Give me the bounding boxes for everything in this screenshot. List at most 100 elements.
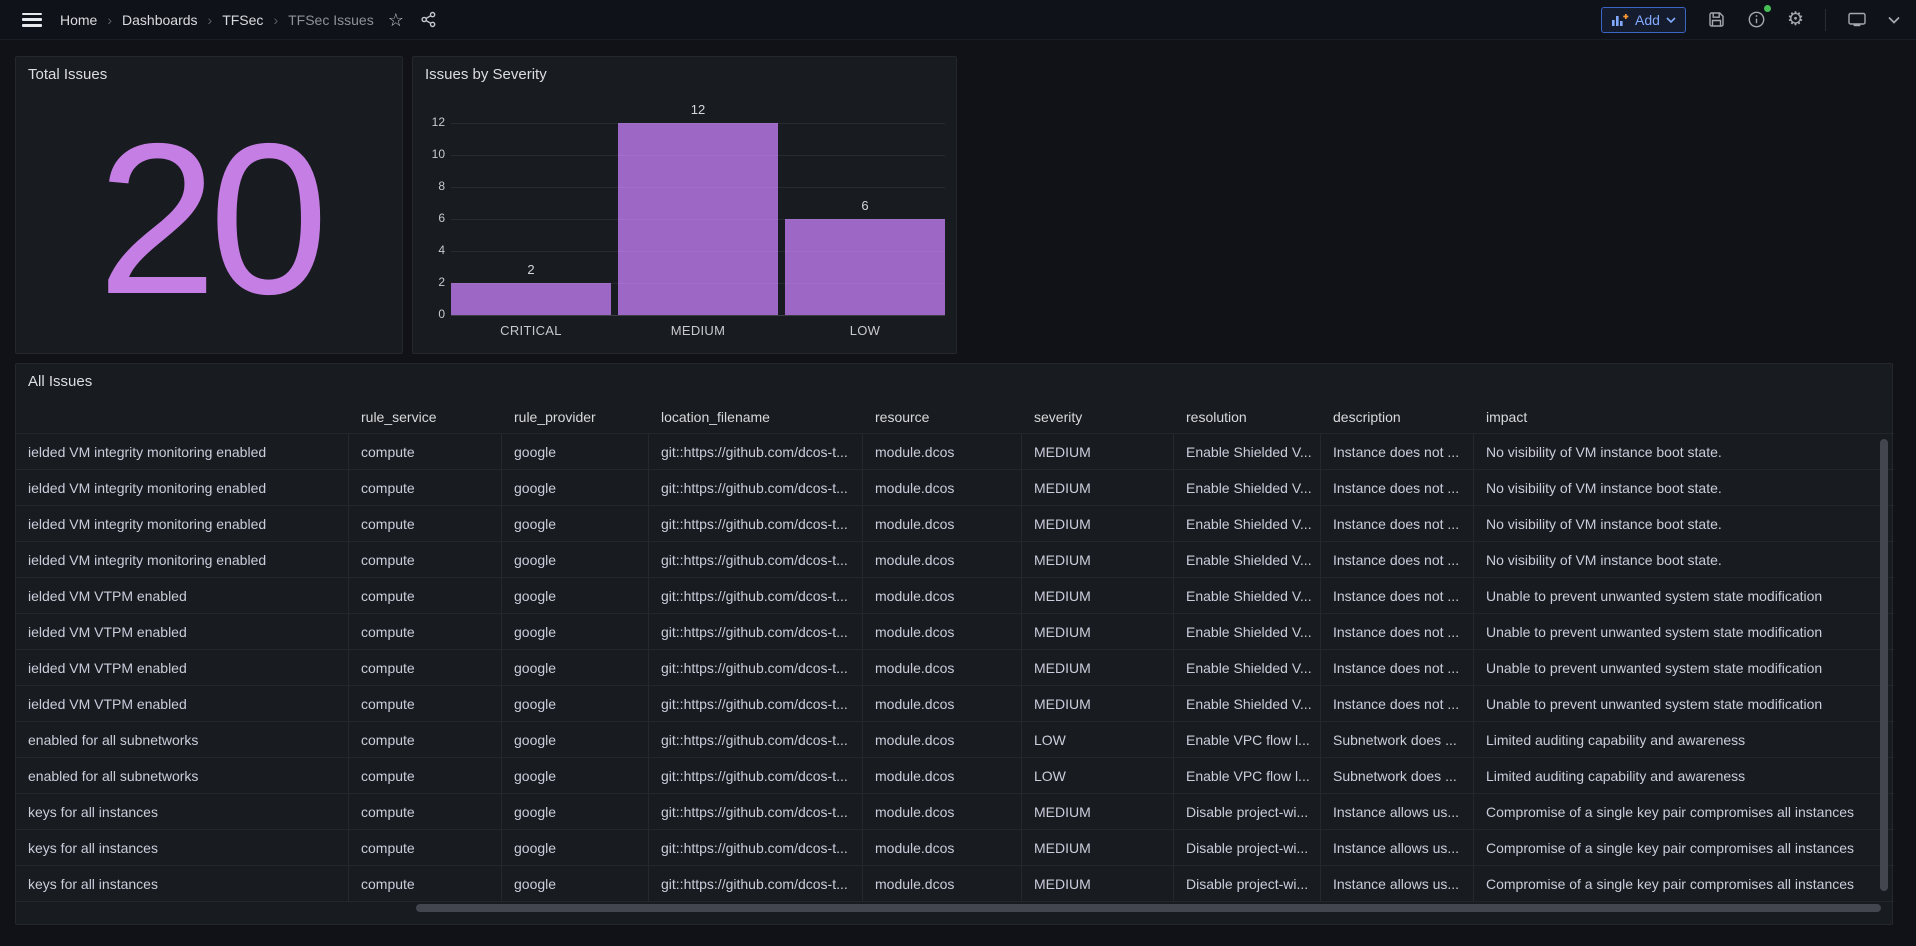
save-dashboard-button[interactable] [1707, 10, 1726, 29]
table-cell: compute [349, 686, 502, 722]
hamburger-menu-button[interactable] [22, 13, 42, 27]
table-cell: Instance allows us... [1321, 830, 1474, 866]
table-cell: module.dcos [863, 434, 1022, 470]
gridline [451, 123, 945, 124]
gridline [451, 251, 945, 252]
column-header-rule_provider[interactable]: rule_provider [502, 400, 649, 434]
bar-low[interactable] [785, 219, 945, 315]
nav-actions: Add [1601, 7, 1900, 33]
bar-value-label: 12 [618, 102, 778, 117]
table-cell: google [502, 722, 649, 758]
breadcrumb-tfsec[interactable]: TFSec [222, 12, 263, 28]
add-button[interactable]: Add [1601, 7, 1686, 33]
table-cell: Subnetwork does ... [1321, 758, 1474, 794]
info-button[interactable] [1747, 10, 1766, 29]
table-row: keys for all instancescomputegooglegit::… [16, 830, 1894, 866]
table-cell: Instance does not ... [1321, 434, 1474, 470]
breadcrumb-separator: › [273, 12, 278, 28]
table-cell: git::https://github.com/dcos-t... [649, 866, 863, 902]
add-button-label: Add [1635, 12, 1660, 28]
panel-title-all-issues[interactable]: All Issues [16, 364, 1892, 390]
table-cell: ielded VM integrity monitoring enabled [16, 434, 349, 470]
column-header-rule_service[interactable]: rule_service [349, 400, 502, 434]
table-cell: keys for all instances [16, 830, 349, 866]
table-cell: compute [349, 506, 502, 542]
column-header-severity[interactable]: severity [1022, 400, 1174, 434]
table-cell: git::https://github.com/dcos-t... [649, 722, 863, 758]
column-header-resolution[interactable]: resolution [1174, 400, 1321, 434]
column-header-impact[interactable]: impact [1474, 400, 1894, 434]
breadcrumb-separator: › [208, 12, 213, 28]
stat-wrap: 20 [16, 57, 402, 353]
table-cell: module.dcos [863, 578, 1022, 614]
table-cell: Disable project-wi... [1174, 794, 1321, 830]
total-issues-value: 20 [97, 111, 320, 326]
table-cell: Disable project-wi... [1174, 830, 1321, 866]
collapse-nav-button[interactable] [1888, 16, 1900, 24]
table-cell: git::https://github.com/dcos-t... [649, 650, 863, 686]
table-cell: Unable to prevent unwanted system state … [1474, 578, 1894, 614]
table-cell: Enable Shielded V... [1174, 614, 1321, 650]
table-cell: git::https://github.com/dcos-t... [649, 614, 863, 650]
breadcrumb-home[interactable]: Home [60, 12, 97, 28]
table-cell: google [502, 470, 649, 506]
table-cell: google [502, 758, 649, 794]
table-cell: Instance does not ... [1321, 506, 1474, 542]
y-tick-label: 2 [413, 275, 445, 289]
table-row: enabled for all subnetworkscomputegoogle… [16, 722, 1894, 758]
table-cell: MEDIUM [1022, 434, 1174, 470]
table-cell: Instance allows us... [1321, 794, 1474, 830]
horizontal-scrollbar[interactable] [416, 904, 1881, 912]
table-cell: Instance does not ... [1321, 542, 1474, 578]
issues-by-severity-panel: Issues by Severity 2CRITICAL12MEDIUM6LOW… [412, 56, 957, 354]
table-cell: ielded VM VTPM enabled [16, 650, 349, 686]
table-cell: git::https://github.com/dcos-t... [649, 506, 863, 542]
table-cell: LOW [1022, 722, 1174, 758]
column-header-issue[interactable] [16, 400, 349, 434]
column-header-description[interactable]: description [1321, 400, 1474, 434]
table-cell: google [502, 830, 649, 866]
table-cell: compute [349, 614, 502, 650]
vertical-scrollbar[interactable] [1880, 439, 1888, 891]
table-cell: module.dcos [863, 866, 1022, 902]
table-cell: ielded VM VTPM enabled [16, 686, 349, 722]
table-row: ielded VM VTPM enabledcomputegooglegit::… [16, 686, 1894, 722]
gridline [451, 219, 945, 220]
chevron-down-icon [1888, 16, 1900, 24]
add-panel-icon [1611, 13, 1629, 27]
table-cell: Instance does not ... [1321, 578, 1474, 614]
favorite-star-button[interactable]: ☆ [388, 11, 404, 29]
table-cell: google [502, 542, 649, 578]
table-cell: git::https://github.com/dcos-t... [649, 794, 863, 830]
gridline [451, 187, 945, 188]
table-cell: Unable to prevent unwanted system state … [1474, 650, 1894, 686]
top-nav: Home › Dashboards › TFSec › TFSec Issues… [0, 0, 1916, 40]
bar-critical[interactable] [451, 283, 611, 315]
table-cell: ielded VM integrity monitoring enabled [16, 506, 349, 542]
column-header-location_filename[interactable]: location_filename [649, 400, 863, 434]
table-cell: MEDIUM [1022, 650, 1174, 686]
breadcrumb-dashboards[interactable]: Dashboards [122, 12, 198, 28]
table-cell: Unable to prevent unwanted system state … [1474, 614, 1894, 650]
share-icon [420, 11, 437, 28]
share-button[interactable] [420, 11, 437, 28]
x-category-label: LOW [785, 323, 945, 338]
table-cell: google [502, 794, 649, 830]
table-cell: compute [349, 434, 502, 470]
table-header-row: rule_servicerule_providerlocation_filena… [16, 400, 1894, 434]
tv-mode-button[interactable] [1847, 11, 1867, 29]
table-cell: Enable Shielded V... [1174, 470, 1321, 506]
table-cell: compute [349, 578, 502, 614]
table-cell: Compromise of a single key pair compromi… [1474, 830, 1894, 866]
table-cell: compute [349, 722, 502, 758]
table-cell: MEDIUM [1022, 686, 1174, 722]
table-cell: Unable to prevent unwanted system state … [1474, 686, 1894, 722]
y-tick-label: 4 [413, 243, 445, 257]
table-row: enabled for all subnetworkscomputegoogle… [16, 758, 1894, 794]
table-cell: git::https://github.com/dcos-t... [649, 578, 863, 614]
y-tick-label: 10 [413, 147, 445, 161]
table-cell: module.dcos [863, 758, 1022, 794]
dashboard-settings-button[interactable]: ⚙ [1787, 10, 1804, 29]
column-header-resource[interactable]: resource [863, 400, 1022, 434]
online-status-dot [1764, 5, 1771, 12]
